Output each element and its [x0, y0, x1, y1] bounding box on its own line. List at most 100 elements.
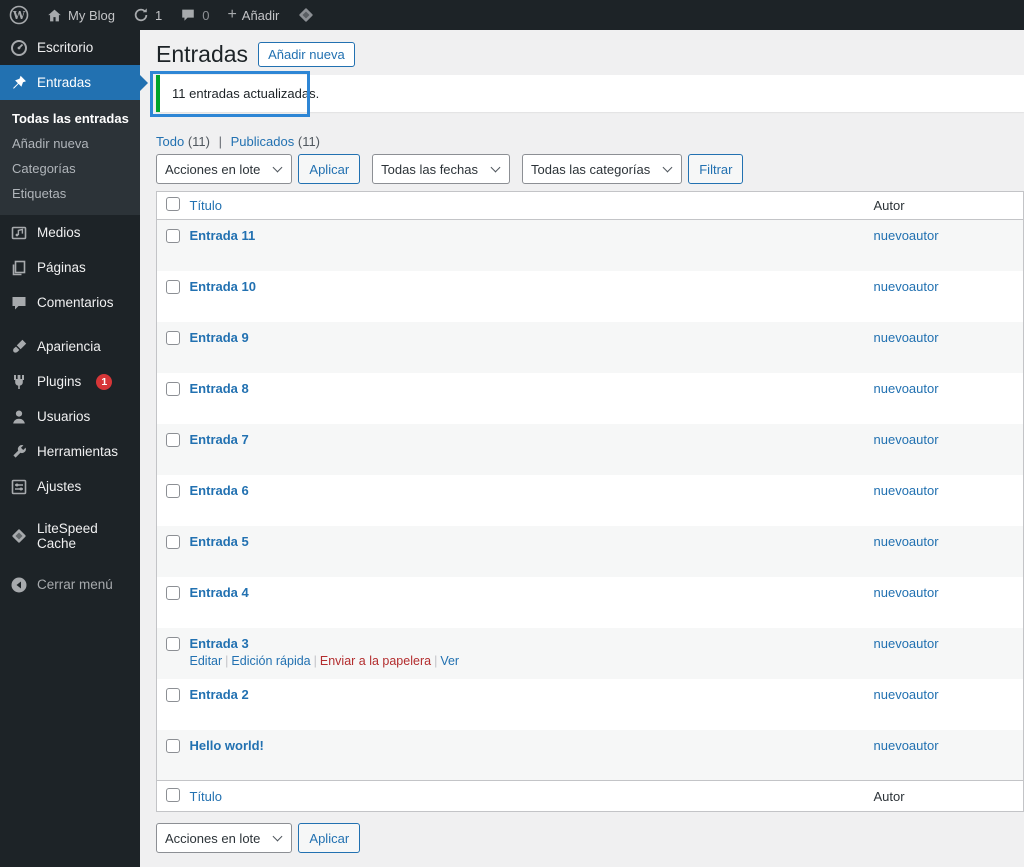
row-checkbox[interactable] [166, 534, 180, 549]
sidebar-item-paginas[interactable]: Páginas [0, 250, 140, 285]
sidebar-item-ajustes[interactable]: Ajustes [0, 469, 140, 504]
post-title-link[interactable]: Entrada 9 [190, 330, 249, 345]
chevron-down-icon [272, 831, 283, 841]
row-actions: Editar | Edición rápida | Enviar a la papele… [190, 654, 864, 668]
post-title-link[interactable]: Hello world! [190, 738, 264, 753]
sidebar-item-entradas[interactable]: Entradas [0, 65, 148, 100]
post-title-link[interactable]: Entrada 7 [190, 432, 249, 447]
row-checkbox[interactable] [166, 585, 180, 600]
tablenav-top: Acciones en lote Aplicar Todas las fecha… [156, 154, 1024, 184]
row-action-trash[interactable]: Enviar a la papelera [320, 654, 431, 668]
view-published-count: (11) [297, 134, 321, 149]
table-row: Entrada 6 nuevoautor [157, 475, 1024, 526]
post-title-link[interactable]: Entrada 2 [190, 687, 249, 702]
comments-indicator[interactable]: 0 [171, 0, 218, 30]
row-checkbox[interactable] [166, 279, 180, 294]
row-checkbox[interactable] [166, 229, 180, 243]
updates-count: 1 [154, 7, 163, 23]
sidebar-item-label: Ajustes [37, 479, 82, 494]
sidebar-item-label: Páginas [37, 260, 86, 275]
post-author-link[interactable]: nuevoautor [874, 534, 939, 549]
post-title-link[interactable]: Entrada 10 [190, 279, 256, 294]
add-new-button[interactable]: Añadir nueva [258, 41, 355, 67]
collapse-arrow-icon [9, 575, 28, 594]
post-author-link[interactable]: nuevoautor [874, 381, 939, 396]
sidebar-item-medios[interactable]: Medios [0, 215, 140, 250]
chevron-down-icon [490, 162, 501, 172]
site-name-link[interactable]: My Blog [38, 0, 124, 30]
sidebar-item-apariencia[interactable]: Apariencia [0, 329, 140, 364]
table-row: Hello world! nuevoautor [156, 729, 1024, 781]
plus-icon: + [227, 6, 237, 23]
row-checkbox[interactable] [166, 636, 180, 651]
pages-icon [9, 258, 28, 277]
dates-filter-select[interactable]: Todas las fechas [372, 154, 510, 184]
apply-button-bottom[interactable]: Aplicar [298, 823, 361, 853]
submenu-item-todas-las-entradas[interactable]: Todas las entradas [0, 106, 140, 131]
select-all-checkbox[interactable] [166, 787, 180, 802]
post-title-link[interactable]: Entrada 3 [190, 636, 249, 651]
table-row: Entrada 7 nuevoautor [156, 423, 1024, 475]
row-checkbox[interactable] [166, 330, 180, 345]
home-icon [47, 8, 62, 23]
post-author-link[interactable]: nuevoautor [874, 279, 939, 294]
row-action-view[interactable]: Ver [440, 654, 459, 668]
row-checkbox[interactable] [166, 738, 180, 753]
post-author-link[interactable]: nuevoautor [874, 738, 939, 753]
post-author-link[interactable]: nuevoautor [874, 585, 939, 600]
post-author-link[interactable]: nuevoautor [874, 483, 939, 498]
collapse-menu-button[interactable]: Cerrar menú [0, 567, 140, 602]
sidebar-item-label: Medios [37, 225, 81, 240]
post-author-link[interactable]: nuevoautor [874, 687, 939, 702]
users-icon [9, 407, 28, 426]
sidebar-item-label: Entradas [37, 75, 92, 90]
comment-bubble-icon [180, 7, 196, 23]
chevron-down-icon [272, 162, 283, 172]
post-author-link[interactable]: nuevoautor [874, 228, 939, 243]
wordpress-logo-button[interactable]: W [0, 0, 38, 30]
sidebar-item-usuarios[interactable]: Usuarios [0, 399, 140, 434]
appearance-brush-icon [9, 337, 28, 356]
post-title-link[interactable]: Entrada 11 [190, 228, 256, 243]
submenu-item-categorias[interactable]: Categorías [0, 156, 140, 181]
post-author-link[interactable]: nuevoautor [874, 330, 939, 345]
row-checkbox[interactable] [166, 381, 180, 396]
apply-button[interactable]: Aplicar [298, 154, 361, 184]
litespeed-icon [9, 527, 28, 546]
sidebar-item-litespeed-cache[interactable]: LiteSpeed Cache [0, 513, 140, 559]
sidebar-item-label: Usuarios [37, 409, 91, 424]
table-row: Entrada 3 Editar | Edición rápida | Enviar a… [156, 627, 1024, 679]
bulk-actions-value: Acciones en lote [165, 161, 261, 177]
sidebar-item-herramientas[interactable]: Herramientas [0, 434, 140, 469]
bulk-actions-select[interactable]: Acciones en lote [156, 154, 293, 184]
select-all-checkbox[interactable] [166, 197, 180, 211]
row-checkbox[interactable] [166, 432, 180, 447]
bulk-actions-select-bottom[interactable]: Acciones en lote [156, 823, 293, 853]
post-author-link[interactable]: nuevoautor [874, 636, 939, 651]
row-action-edit[interactable]: Editar [190, 654, 223, 668]
post-title-link[interactable]: Entrada 8 [190, 381, 249, 396]
sidebar-item-plugins[interactable]: Plugins 1 [0, 364, 140, 399]
post-author-link[interactable]: nuevoautor [874, 432, 939, 447]
categories-filter-select[interactable]: Todas las categorías [522, 154, 683, 184]
filter-button[interactable]: Filtrar [688, 154, 744, 184]
sort-by-title-link[interactable]: Título [190, 198, 223, 213]
row-action-quick-edit[interactable]: Edición rápida [231, 654, 310, 668]
post-title-link[interactable]: Entrada 5 [190, 534, 249, 549]
litespeed-toolbar-button[interactable] [288, 0, 324, 30]
notice-text: 11 entradas actualizadas. [172, 86, 320, 101]
view-all-link[interactable]: Todo [156, 134, 184, 149]
post-title-link[interactable]: Entrada 4 [190, 585, 249, 600]
row-checkbox[interactable] [166, 483, 180, 498]
submenu-item-anadir-nueva[interactable]: Añadir nueva [0, 131, 140, 156]
submenu-item-etiquetas[interactable]: Etiquetas [0, 181, 140, 206]
new-content-button[interactable]: + Añadir [218, 0, 288, 30]
row-checkbox[interactable] [166, 687, 180, 702]
sort-by-title-link[interactable]: Título [190, 789, 223, 804]
post-title-link[interactable]: Entrada 6 [190, 483, 249, 498]
menu-separator [0, 504, 140, 513]
view-published-link[interactable]: Publicados [231, 134, 295, 149]
sidebar-item-escritorio[interactable]: Escritorio [0, 30, 140, 65]
updates-indicator[interactable]: 1 [124, 0, 171, 30]
sidebar-item-comentarios[interactable]: Comentarios [0, 285, 140, 320]
